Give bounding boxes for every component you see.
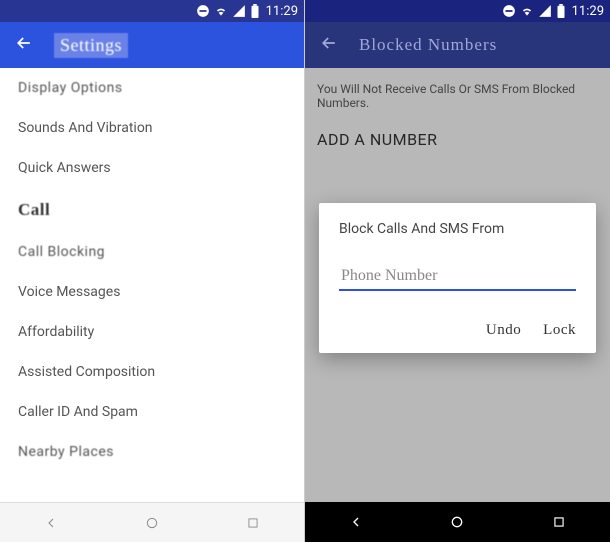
settings-item-assisted-composition[interactable]: Assisted Composition xyxy=(0,352,304,392)
wifi-icon xyxy=(520,4,534,18)
settings-list: Display Options Sounds And Vibration Qui… xyxy=(0,68,304,502)
back-arrow-icon[interactable] xyxy=(14,33,34,57)
lock-button[interactable]: Lock xyxy=(543,322,576,339)
settings-item-sounds[interactable]: Sounds And Vibration xyxy=(0,108,304,148)
settings-item-affordability[interactable]: Affordability xyxy=(0,312,304,352)
status-time: 11:29 xyxy=(266,4,298,19)
nav-home-icon[interactable] xyxy=(132,503,172,543)
phone-right-blocked-numbers: 11:29 Blocked Numbers You Will Not Recei… xyxy=(305,0,610,542)
status-time: 11:29 xyxy=(572,4,604,19)
page-title: Blocked Numbers xyxy=(359,35,497,55)
nav-recent-icon[interactable] xyxy=(233,503,273,543)
nav-back-icon[interactable] xyxy=(31,503,71,543)
settings-item-nearby-places[interactable]: Nearby Places xyxy=(0,432,304,472)
dnd-icon xyxy=(502,4,516,18)
settings-item-voice-messages[interactable]: Voice Messages xyxy=(0,272,304,312)
dialog-actions: Undo Lock xyxy=(339,319,576,339)
status-bar: 11:29 xyxy=(305,0,610,22)
nav-home-icon[interactable] xyxy=(437,502,477,542)
status-bar: 11:29 xyxy=(0,0,304,22)
phone-number-input[interactable] xyxy=(339,263,576,291)
add-number-button[interactable]: ADD A NUMBER xyxy=(305,124,610,167)
undo-button[interactable]: Undo xyxy=(486,322,521,339)
header: Blocked Numbers xyxy=(305,22,610,68)
nav-bar xyxy=(0,502,304,542)
nav-recent-icon[interactable] xyxy=(539,502,579,542)
signal-icon xyxy=(232,4,246,18)
dnd-icon xyxy=(196,4,210,18)
settings-item-caller-id[interactable]: Caller ID And Spam xyxy=(0,392,304,432)
blocked-content: You Will Not Receive Calls Or SMS From B… xyxy=(305,68,610,502)
nav-bar xyxy=(305,502,610,542)
info-text: You Will Not Receive Calls Or SMS From B… xyxy=(305,68,610,124)
phone-left-settings: 11:29 Settings Display Options Sounds An… xyxy=(0,0,305,542)
dialog-title: Block Calls And SMS From xyxy=(339,221,576,237)
battery-icon xyxy=(250,4,260,18)
nav-back-icon[interactable] xyxy=(336,502,376,542)
settings-item-call-blocking[interactable]: Call Blocking xyxy=(0,232,304,272)
header: Settings xyxy=(0,22,304,68)
page-title: Settings xyxy=(54,33,128,58)
settings-item-quick-answers[interactable]: Quick Answers xyxy=(0,148,304,188)
back-arrow-icon[interactable] xyxy=(319,33,339,57)
settings-item-display[interactable]: Display Options xyxy=(0,68,304,108)
settings-section-call: Call xyxy=(0,188,304,232)
wifi-icon xyxy=(214,4,228,18)
block-dialog: Block Calls And SMS From Undo Lock xyxy=(319,203,596,353)
signal-icon xyxy=(538,4,552,18)
battery-icon xyxy=(556,4,566,18)
